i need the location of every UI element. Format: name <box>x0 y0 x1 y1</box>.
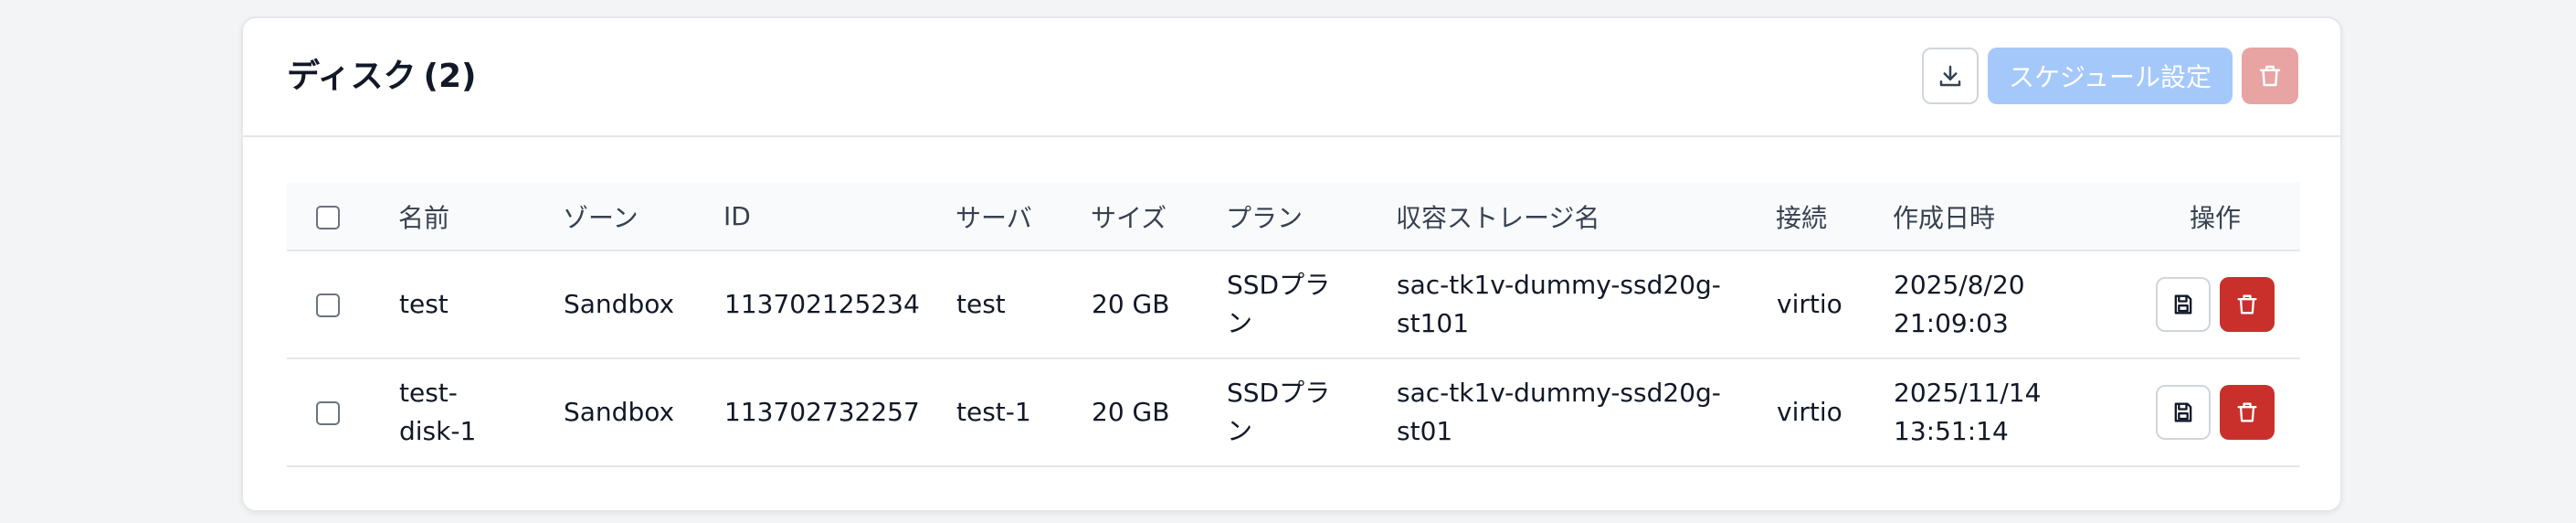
row-checkbox[interactable] <box>316 401 340 425</box>
schedule-settings-label: スケジュール設定 <box>2008 62 2212 92</box>
cell-actions <box>2130 358 2300 466</box>
download-button[interactable] <box>1922 48 1979 104</box>
cell-id: 113702125234 <box>724 289 920 319</box>
download-icon <box>1937 62 1964 90</box>
cell-name-line1: test <box>399 289 449 319</box>
row-actions <box>2131 385 2299 440</box>
table-header-row: 名前 ゾーン ID サーバ サイズ プラン 収容ストレージ名 接続 作成日時 操… <box>287 183 2300 251</box>
cell-created-time: 13:51:14 <box>1894 416 2009 446</box>
disk-count: (2) <box>423 58 477 95</box>
column-header-size[interactable]: サイズ <box>1091 183 1226 251</box>
cell-plan: SSDプラ ン <box>1226 251 1396 358</box>
cell-created: 2025/11/14 13:51:14 <box>1893 358 2130 466</box>
cell-storage-line1: sac-tk1v-dummy-ssd20g- <box>1397 270 1721 300</box>
cell-connection: virtio <box>1777 289 1842 319</box>
cell-size: 20 GB <box>1092 289 1170 319</box>
cell-name: test- disk-1 <box>398 358 563 466</box>
row-select-cell <box>287 251 398 358</box>
save-button[interactable] <box>2156 277 2211 332</box>
column-header-server[interactable]: サーバ <box>955 183 1091 251</box>
column-header-name[interactable]: 名前 <box>398 183 563 251</box>
column-header-created[interactable]: 作成日時 <box>1893 183 2130 251</box>
cell-plan: SSDプラ ン <box>1226 358 1396 466</box>
column-header-plan[interactable]: プラン <box>1226 183 1396 251</box>
column-header-actions: 操作 <box>2130 183 2300 251</box>
header-select-all-cell <box>287 183 398 251</box>
table-row[interactable]: test- disk-1 Sandbox 113702732257 test-1… <box>287 358 2300 466</box>
cell-created-date: 2025/8/20 <box>1894 270 2025 300</box>
header-actions: スケジュール設定 <box>1922 48 2298 106</box>
cell-name-line1: test- <box>399 378 458 408</box>
save-button[interactable] <box>2156 385 2211 440</box>
save-icon <box>2170 400 2196 425</box>
table-row[interactable]: test Sandbox 113702125234 test 20 GB SSD… <box>287 251 2300 358</box>
cell-zone: Sandbox <box>564 289 675 319</box>
row-checkbox[interactable] <box>316 294 340 317</box>
cell-name-line2: disk-1 <box>399 416 477 446</box>
cell-storage-line1: sac-tk1v-dummy-ssd20g- <box>1397 378 1721 408</box>
disk-table: 名前 ゾーン ID サーバ サイズ プラン 収容ストレージ名 接続 作成日時 操… <box>287 183 2300 467</box>
trash-icon <box>2256 62 2284 90</box>
schedule-settings-button[interactable]: スケジュール設定 <box>1988 48 2233 104</box>
cell-size: 20 GB <box>1092 397 1170 427</box>
delete-button[interactable] <box>2220 385 2275 440</box>
cell-storage-line2: st101 <box>1397 308 1470 338</box>
row-actions <box>2131 277 2299 332</box>
delete-button[interactable] <box>2220 277 2275 332</box>
cell-zone: Sandbox <box>564 397 675 427</box>
cell-connection: virtio <box>1777 397 1842 427</box>
cell-created-time: 21:09:03 <box>1894 308 2009 338</box>
cell-name: test <box>398 251 563 358</box>
trash-icon <box>2234 292 2260 317</box>
row-select-cell <box>287 358 398 466</box>
cell-plan-line1: SSDプラ <box>1227 270 1331 300</box>
column-header-id[interactable]: ID <box>723 183 955 251</box>
trash-icon <box>2234 400 2260 425</box>
disk-table-wrapper: 名前 ゾーン ID サーバ サイズ プラン 収容ストレージ名 接続 作成日時 操… <box>287 183 2300 467</box>
cell-plan-line2: ン <box>1227 308 1253 338</box>
cell-actions <box>2130 251 2300 358</box>
cell-id: 113702732257 <box>724 397 920 427</box>
cell-server: test <box>956 289 1006 319</box>
cell-storage-line2: st01 <box>1397 416 1453 446</box>
page-title: ディスク (2) <box>287 57 476 97</box>
column-header-storage[interactable]: 収容ストレージ名 <box>1396 183 1776 251</box>
cell-created: 2025/8/20 21:09:03 <box>1893 251 2130 358</box>
column-header-connection[interactable]: 接続 <box>1776 183 1893 251</box>
cell-server: test-1 <box>956 397 1031 427</box>
disk-card: ディスク (2) スケジュール設定 名前 ゾーン ID サーバ サイズ プラン … <box>241 16 2342 512</box>
cell-storage: sac-tk1v-dummy-ssd20g- st01 <box>1396 358 1776 466</box>
cell-created-date: 2025/11/14 <box>1894 378 2042 408</box>
bulk-delete-button[interactable] <box>2242 48 2298 104</box>
page-title-text: ディスク <box>287 58 417 95</box>
card-header: ディスク (2) スケジュール設定 <box>243 18 2340 137</box>
save-icon <box>2170 292 2196 317</box>
cell-plan-line1: SSDプラ <box>1227 378 1331 408</box>
cell-storage: sac-tk1v-dummy-ssd20g- st101 <box>1396 251 1776 358</box>
select-all-checkbox[interactable] <box>316 206 340 229</box>
column-header-zone[interactable]: ゾーン <box>563 183 723 251</box>
cell-plan-line2: ン <box>1227 416 1253 446</box>
